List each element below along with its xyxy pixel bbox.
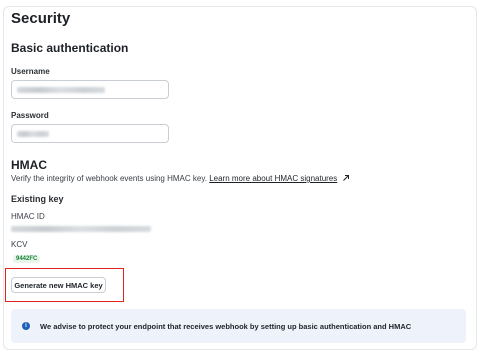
advise-text: We advise to protect your endpoint that …: [40, 321, 412, 331]
kcv-label: KCV: [11, 240, 28, 249]
learn-more-hmac-link[interactable]: Learn more about HMAC signatures: [209, 174, 337, 183]
hmac-description: Verify the integrity of webhook events u…: [11, 174, 207, 183]
existing-key-heading: Existing key: [11, 194, 64, 204]
external-link-icon[interactable]: [342, 174, 350, 182]
hmac-id-label: HMAC ID: [11, 212, 45, 221]
hmac-description-line: Verify the integrity of webhook events u…: [11, 174, 350, 183]
password-field[interactable]: [11, 124, 169, 143]
hmac-id-masked-value: [11, 226, 151, 232]
password-label: Password: [11, 111, 49, 120]
info-icon: i: [22, 322, 30, 330]
advise-notice: i We advise to protect your endpoint tha…: [11, 309, 466, 343]
password-masked-value: [17, 130, 49, 137]
basic-auth-heading: Basic authentication: [11, 41, 129, 55]
page-title: Security: [11, 10, 71, 27]
username-label: Username: [11, 67, 50, 76]
kcv-badge: 9442FC: [13, 255, 41, 263]
username-field[interactable]: [11, 80, 169, 99]
username-masked-value: [17, 86, 105, 93]
hmac-heading: HMAC: [11, 158, 47, 172]
generate-hmac-key-button[interactable]: Generate new HMAC key: [11, 277, 106, 293]
